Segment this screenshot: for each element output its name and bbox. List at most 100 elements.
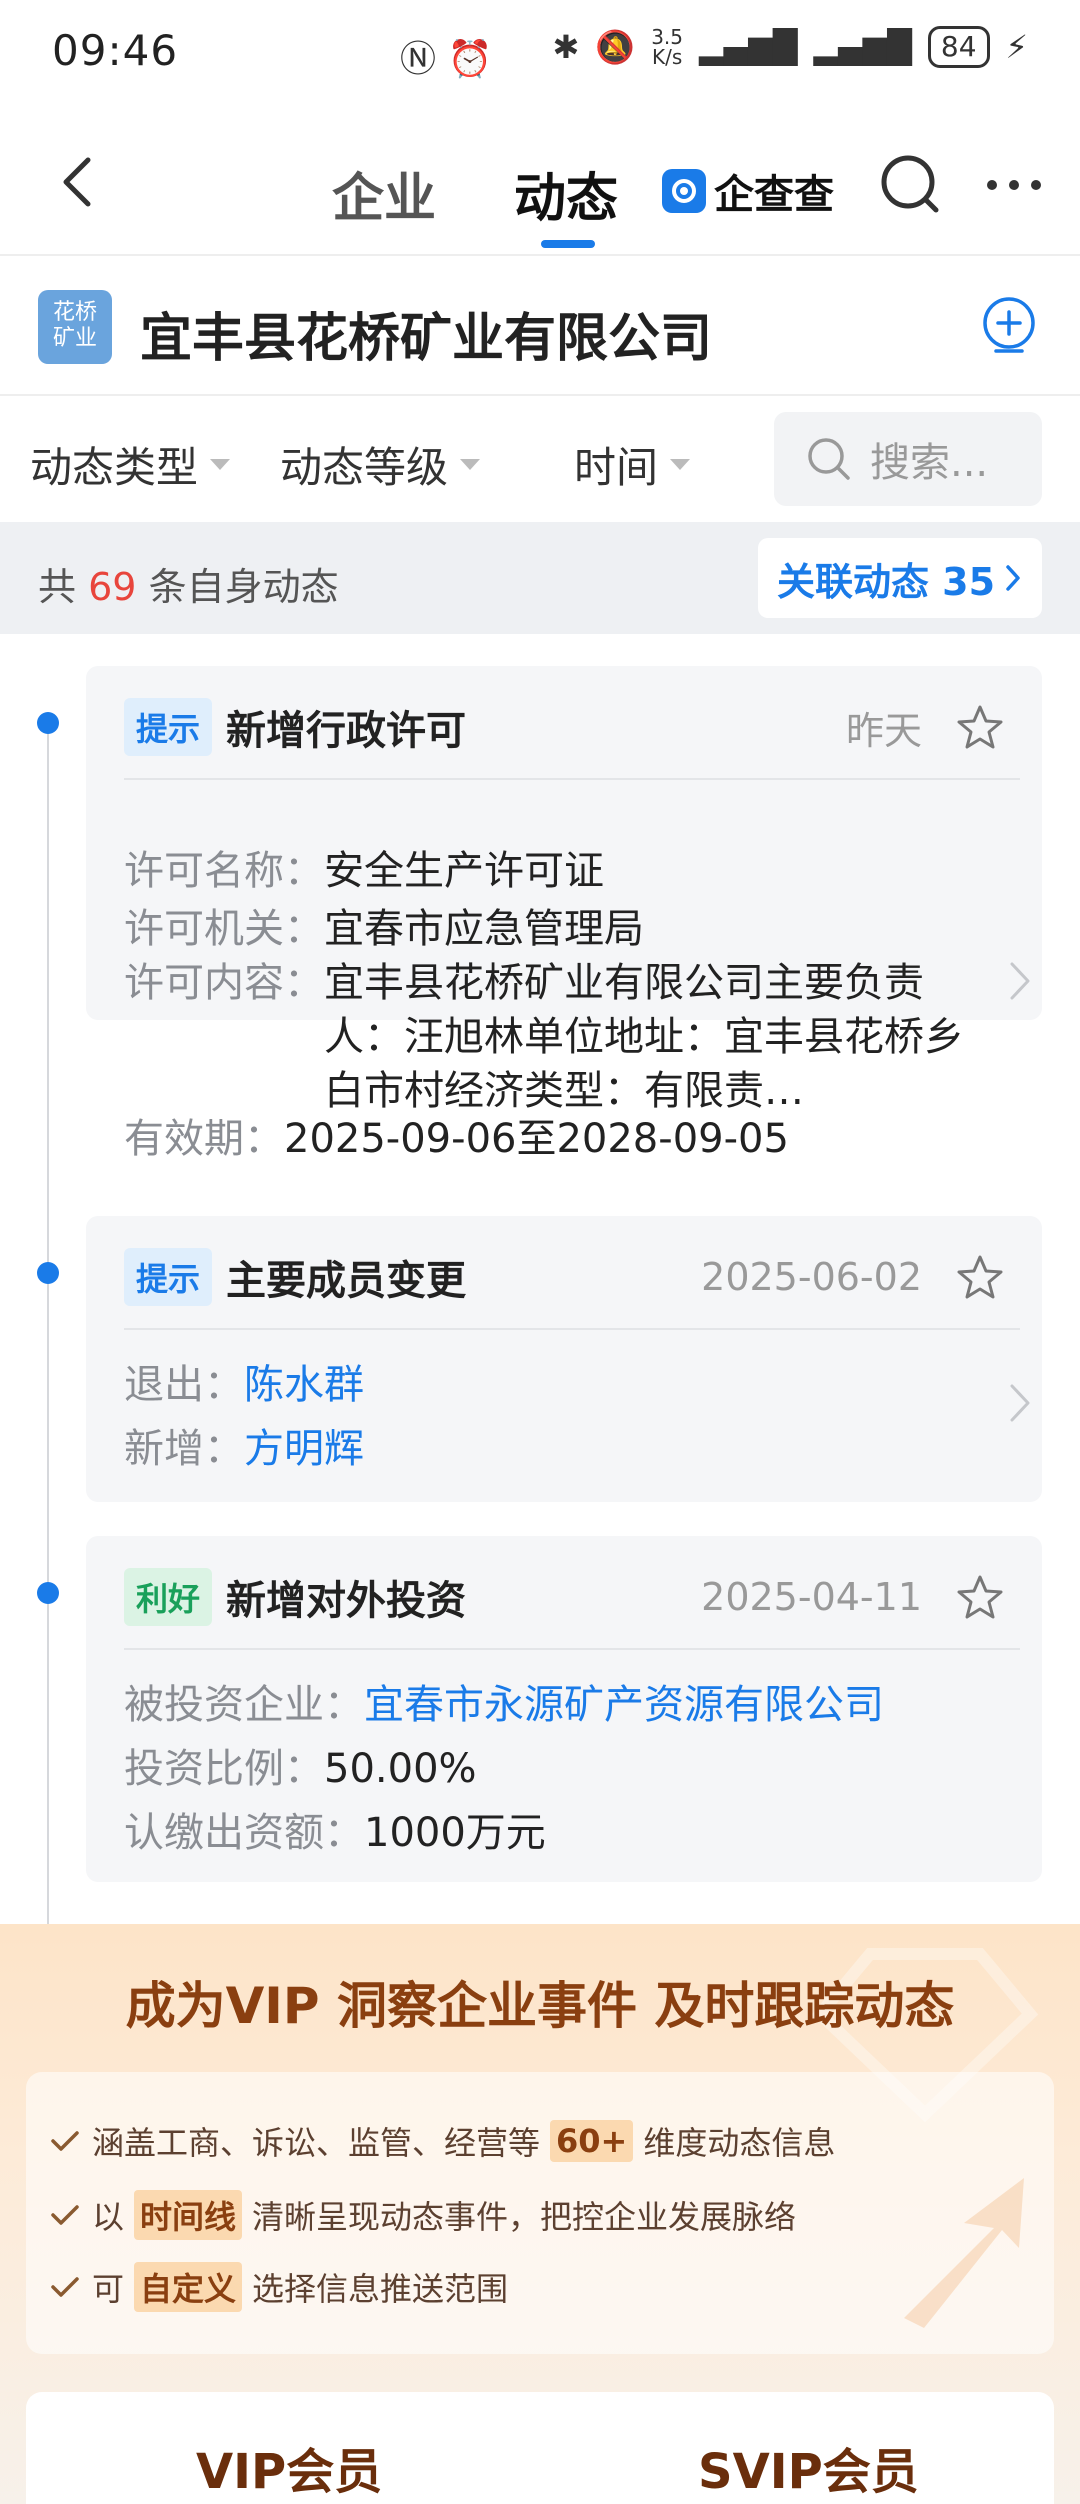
count-number: 69 xyxy=(88,565,137,609)
tab-enterprise[interactable]: 企业 xyxy=(332,156,436,231)
search-icon xyxy=(808,438,850,480)
field-label: 被投资企业： xyxy=(124,1682,364,1728)
check-icon xyxy=(51,2131,79,2151)
field-label: 许可名称： xyxy=(124,848,324,894)
field-value: 1000万元 xyxy=(364,1810,546,1856)
search-input[interactable]: 搜索... xyxy=(774,412,1042,506)
filter-time-label: 时间 xyxy=(574,443,659,492)
benefit-item: 涵盖工商、诉讼、监管、经营等 60+ 维度动态信息 xyxy=(48,2118,835,2164)
field-row: 退出： 陈水群 xyxy=(124,1358,364,1412)
field-label: 许可内容： xyxy=(124,960,324,1006)
vip-benefits: 涵盖工商、诉讼、监管、经营等 60+ 维度动态信息 以 时间线 清晰呈现动态事件… xyxy=(26,2072,1054,2354)
field-row: 许可机关： 宜春市应急管理局 xyxy=(124,902,644,956)
event-title: 新增行政许可 xyxy=(226,708,467,754)
search-icon[interactable] xyxy=(878,152,942,216)
event-title: 新增对外投资 xyxy=(226,1578,467,1624)
bluetooth-icon: ✱ xyxy=(552,28,580,66)
arrow-decoration-icon xyxy=(904,2178,1024,2328)
svip-tier-button[interactable]: SVIP会员 xyxy=(698,2432,919,2502)
star-icon[interactable] xyxy=(956,1253,1004,1301)
event-card[interactable]: 提示 新增行政许可 昨天 许可名称： 安全生产许可证 许可机关： 宜春市应急管理… xyxy=(86,666,1042,1162)
dynamics-timeline: 提示 新增行政许可 昨天 许可名称： 安全生产许可证 许可机关： 宜春市应急管理… xyxy=(0,634,1080,1970)
event-header: 提示 主要成员变更 2025-06-02 xyxy=(124,1242,1004,1312)
count-prefix: 共 xyxy=(38,565,77,609)
event-header: 提示 新增行政许可 昨天 xyxy=(124,692,1004,762)
event-card[interactable]: 利好 新增对外投资 2025-04-11 被投资企业： 宜春市永源矿产资源有限公… xyxy=(86,1536,1042,1882)
qichacha-brand[interactable]: 企查查 xyxy=(662,162,834,220)
status-bar: 09:46 Ⓝ ⏰ ✱ 🔕 3.5 K/s ▂▄▆█ ▂▄▆█ 84 ⚡ xyxy=(0,0,1080,110)
filter-time[interactable]: 时间 xyxy=(574,434,691,495)
field-label: 退出： xyxy=(124,1362,244,1408)
membership-tiers: VIP会员 SVIP会员 xyxy=(26,2392,1054,2504)
benefit-item: 以 时间线 清晰呈现动态事件，把控企业发展脉络 xyxy=(48,2190,796,2240)
company-name[interactable]: 宜丰县花桥矿业有限公司 xyxy=(140,296,712,371)
invested-company-link[interactable]: 宜春市永源矿产资源有限公司 xyxy=(364,1678,884,1732)
field-label: 认缴出资额： xyxy=(124,1810,364,1856)
chevron-right-icon xyxy=(1010,962,1030,1000)
field-value: 2025-09-06至2028-09-05 xyxy=(284,1116,789,1162)
field-row: 许可名称： 安全生产许可证 xyxy=(124,844,604,898)
company-logo: 花桥 矿业 xyxy=(38,290,112,364)
star-icon[interactable] xyxy=(956,1573,1004,1621)
field-value: 宜丰县花桥矿业有限公司主要负责人：汪旭林单位地址：宜丰县花桥乡白市村经济类型：有… xyxy=(324,960,964,1114)
back-arrow-icon[interactable] xyxy=(50,152,110,212)
event-tag: 利好 xyxy=(124,1568,213,1626)
member-link[interactable]: 方明辉 xyxy=(244,1422,364,1476)
benefit-highlight: 自定义 xyxy=(134,2262,243,2312)
filter-level[interactable]: 动态等级 xyxy=(280,434,481,495)
caret-down-icon xyxy=(460,459,481,470)
caret-down-icon xyxy=(210,459,231,470)
brand-name: 企查查 xyxy=(714,172,834,218)
network-speed: 3.5 K/s xyxy=(651,25,684,69)
field-value: 安全生产许可证 xyxy=(324,848,604,894)
check-icon xyxy=(51,2277,79,2297)
more-options-icon[interactable] xyxy=(984,170,1044,200)
tab-dynamic[interactable]: 动态 xyxy=(514,156,618,231)
member-link[interactable]: 陈水群 xyxy=(244,1358,364,1412)
count-bar: 共 69 条自身动态 关联动态 35 xyxy=(0,522,1080,634)
filter-type[interactable]: 动态类型 xyxy=(30,434,231,495)
benefit-text: 涵盖工商、诉讼、监管、经营等 xyxy=(92,2124,541,2162)
chevron-right-icon xyxy=(1006,565,1020,591)
event-tag: 提示 xyxy=(124,1248,213,1306)
count-suffix: 条自身动态 xyxy=(148,565,339,609)
status-icons-left: Ⓝ ⏰ xyxy=(400,30,492,82)
event-date: 2025-04-11 xyxy=(701,1575,922,1619)
divider xyxy=(124,778,1020,780)
add-follow-icon[interactable] xyxy=(980,296,1038,354)
alarm-icon: ⏰ xyxy=(447,39,493,80)
field-value: 50.00% xyxy=(324,1746,477,1792)
field-label: 有效期： xyxy=(124,1116,284,1162)
field-row: 投资比例： 50.00% xyxy=(124,1742,477,1796)
star-icon[interactable] xyxy=(956,703,1004,751)
event-title: 主要成员变更 xyxy=(226,1258,467,1304)
charging-icon: ⚡ xyxy=(1005,28,1028,66)
benefit-text: 清晰呈现动态事件，把控企业发展脉络 xyxy=(252,2198,797,2236)
field-row: 有效期： 2025-09-06至2028-09-05 xyxy=(124,1112,789,1166)
status-time: 09:46 xyxy=(52,26,179,75)
field-row: 新增： 方明辉 xyxy=(124,1422,364,1476)
field-label: 投资比例： xyxy=(124,1746,324,1792)
filter-type-label: 动态类型 xyxy=(30,443,199,492)
status-icons-right: ✱ 🔕 3.5 K/s ▂▄▆█ ▂▄▆█ 84 ⚡ xyxy=(553,26,1028,68)
field-value: 宜春市应急管理局 xyxy=(324,906,644,952)
chevron-right-icon xyxy=(1010,1384,1030,1422)
benefit-text: 以 xyxy=(92,2198,125,2236)
divider xyxy=(124,1648,1020,1650)
divider xyxy=(124,1328,1020,1330)
vip-tier-button[interactable]: VIP会员 xyxy=(196,2432,382,2502)
search-placeholder: 搜索... xyxy=(870,440,989,486)
event-card[interactable]: 提示 主要成员变更 2025-06-02 退出： 陈水群 新增： 方明辉 xyxy=(86,1216,1042,1502)
related-dynamics-button[interactable]: 关联动态 35 xyxy=(758,538,1042,618)
caret-down-icon xyxy=(670,459,691,470)
benefit-text: 可 xyxy=(92,2270,125,2308)
nfc-icon: Ⓝ xyxy=(400,39,437,80)
event-date: 2025-06-02 xyxy=(701,1255,922,1299)
active-tab-indicator xyxy=(541,240,595,248)
top-nav: 企业 动态 企查查 xyxy=(0,110,1080,256)
field-label: 许可机关： xyxy=(124,906,324,952)
benefit-text: 维度动态信息 xyxy=(643,2124,836,2162)
field-row: 许可内容： 宜丰县花桥矿业有限公司主要负责人：汪旭林单位地址：宜丰县花桥乡白市村… xyxy=(124,956,1000,1118)
timeline-dot xyxy=(37,1582,59,1604)
vip-title: 成为VIP 洞察企业事件 及时跟踪动态 xyxy=(125,1977,955,2035)
